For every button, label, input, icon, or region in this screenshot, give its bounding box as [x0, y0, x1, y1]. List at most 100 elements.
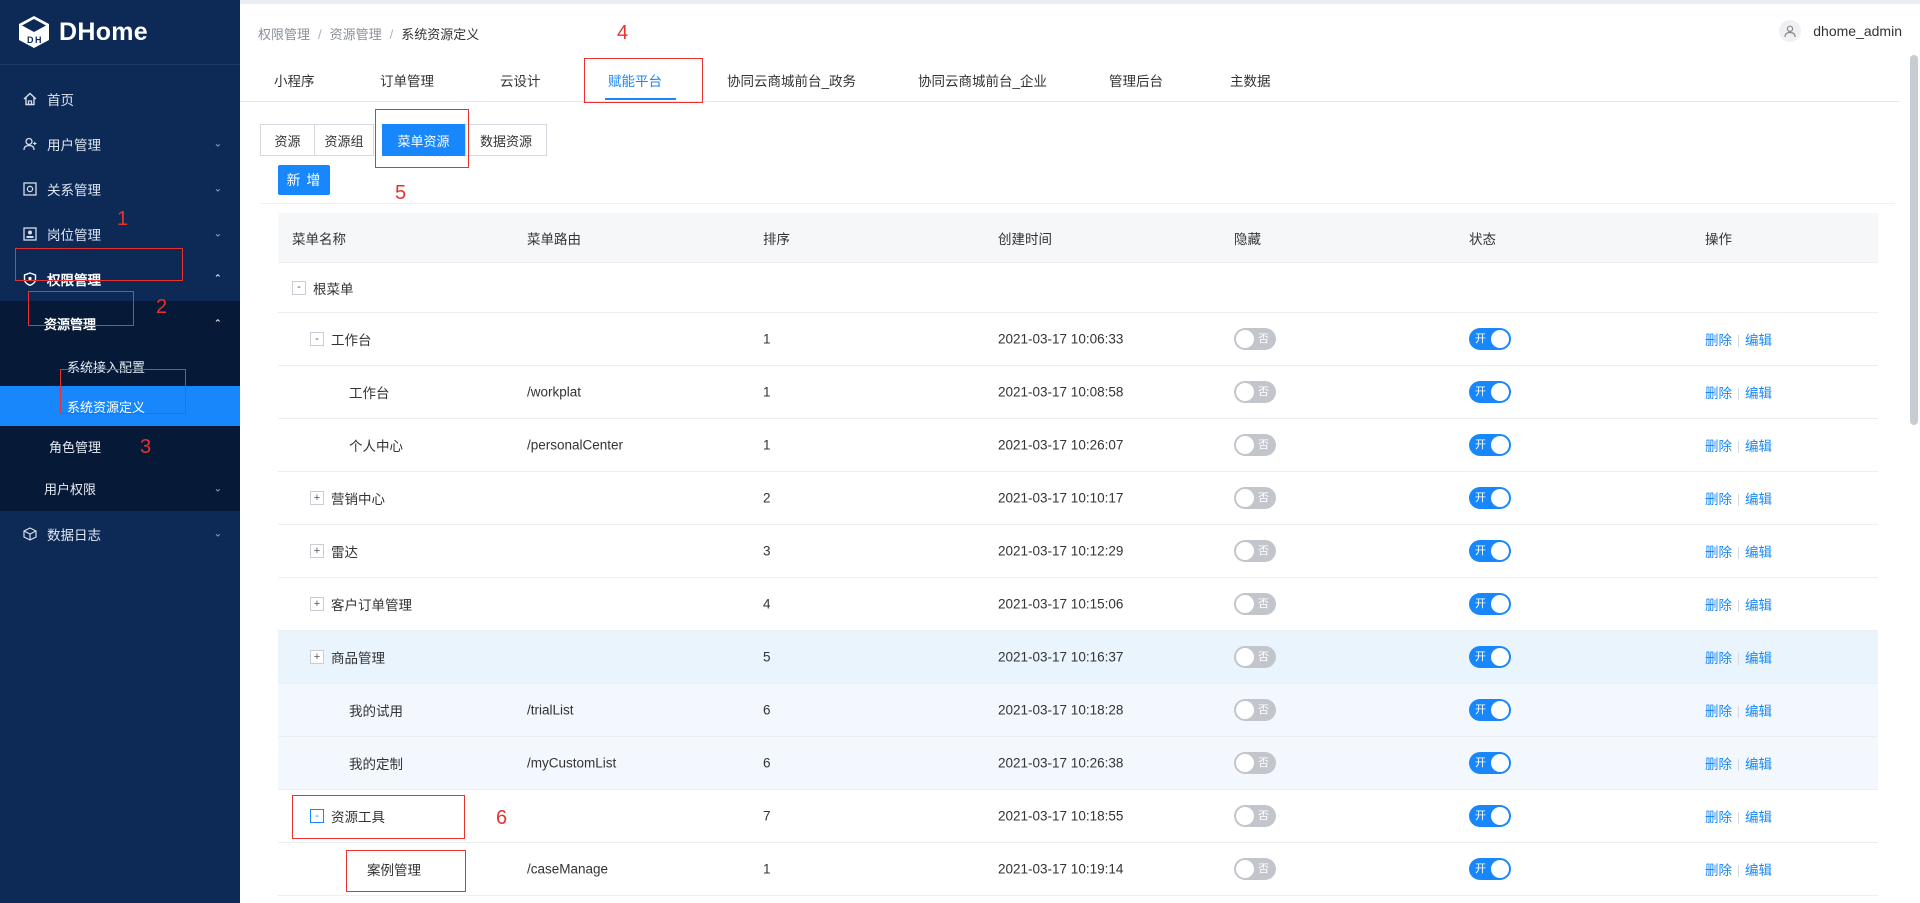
switch-knob — [1491, 436, 1509, 454]
hidden-switch[interactable]: 否 — [1234, 381, 1276, 403]
table-row: 个人中心/personalCenter 1 2021-03-17 10:26:07 否… — [278, 419, 1878, 472]
scrollbar[interactable] — [1910, 55, 1918, 425]
user-menu[interactable]: dhome_admin — [1779, 20, 1902, 42]
delete-link[interactable]: 删除 — [1705, 863, 1732, 878]
tab-admin-backend[interactable]: 管理后台 — [1109, 62, 1163, 102]
delete-link[interactable]: 删除 — [1705, 386, 1732, 401]
delete-link[interactable]: 删除 — [1705, 598, 1732, 613]
hidden-switch[interactable]: 否 — [1234, 699, 1276, 721]
expand-toggle[interactable]: + — [310, 597, 324, 611]
status-switch[interactable]: 开 — [1469, 381, 1511, 403]
breadcrumb-item[interactable]: 资源管理 — [330, 27, 382, 42]
hidden-switch[interactable]: 否 — [1234, 805, 1276, 827]
menu-name: 工作台 — [331, 333, 372, 348]
sidebar-item-permission-management[interactable]: 权限管理 ⌃ — [0, 256, 240, 301]
tab-mall-frontend-enterprise[interactable]: 协同云商城前台_企业 — [918, 62, 1047, 102]
breadcrumb-item[interactable]: 权限管理 — [258, 27, 310, 42]
switch-knob — [1236, 860, 1254, 878]
status-switch[interactable]: 开 — [1469, 858, 1511, 880]
sidebar-item-role-management[interactable]: 角色管理 — [0, 426, 240, 466]
tab-master-data[interactable]: 主数据 — [1230, 62, 1271, 102]
delete-link[interactable]: 删除 — [1705, 757, 1732, 772]
status-switch[interactable]: 开 — [1469, 434, 1511, 456]
collapse-toggle[interactable]: - — [292, 280, 306, 295]
status-switch[interactable]: 开 — [1469, 593, 1511, 615]
sidebar-item-resource-management[interactable]: 资源管理 ⌃ — [0, 301, 240, 346]
edit-link[interactable]: 编辑 — [1745, 492, 1772, 507]
delete-link[interactable]: 删除 — [1705, 810, 1732, 825]
delete-link[interactable]: 删除 — [1705, 704, 1732, 719]
hidden-switch[interactable]: 否 — [1234, 540, 1276, 562]
hidden-switch[interactable]: 否 — [1234, 593, 1276, 615]
expand-toggle[interactable]: - — [310, 332, 324, 346]
tab-miniprogram[interactable]: 小程序 — [274, 62, 315, 102]
hidden-switch[interactable]: 否 — [1234, 752, 1276, 774]
delete-link[interactable]: 删除 — [1705, 439, 1732, 454]
switch-knob — [1491, 489, 1509, 507]
delete-link[interactable]: 删除 — [1705, 545, 1732, 560]
add-button[interactable]: 新 增 — [278, 165, 330, 195]
created-time: 2021-03-17 10:15:06 — [998, 596, 1124, 612]
hidden-switch[interactable]: 否 — [1234, 858, 1276, 880]
edit-link[interactable]: 编辑 — [1745, 810, 1772, 825]
tab-order-management[interactable]: 订单管理 — [380, 62, 434, 102]
edit-link[interactable]: 编辑 — [1745, 598, 1772, 613]
created-time: 2021-03-17 10:16:37 — [998, 649, 1124, 665]
delete-link[interactable]: 删除 — [1705, 492, 1732, 507]
expand-toggle[interactable]: + — [310, 544, 324, 558]
edit-link[interactable]: 编辑 — [1745, 757, 1772, 772]
status-switch[interactable]: 开 — [1469, 646, 1511, 668]
header: 权限管理 / 资源管理 / 系统资源定义 dhome_admin — [240, 4, 1920, 60]
status-switch[interactable]: 开 — [1469, 699, 1511, 721]
logo[interactable]: D H DHome — [0, 0, 240, 65]
switch-knob — [1236, 436, 1254, 454]
hidden-switch[interactable]: 否 — [1234, 487, 1276, 509]
column-header-status: 状态 — [1469, 231, 1496, 247]
edit-link[interactable]: 编辑 — [1745, 439, 1772, 454]
switch-text: 否 — [1258, 439, 1269, 451]
menu-table: 菜单名称 菜单路由 排序 创建时间 隐藏 状态 操作 - 根菜单 - 工作台 1 202… — [278, 213, 1878, 896]
hidden-switch[interactable]: 否 — [1234, 646, 1276, 668]
status-switch[interactable]: 开 — [1469, 328, 1511, 350]
delete-link[interactable]: 删除 — [1705, 333, 1732, 348]
sidebar-item-user-permission[interactable]: 用户权限 ⌄ — [0, 466, 240, 511]
sidebar-item-relation-management[interactable]: 关系管理 ⌄ — [0, 166, 240, 211]
sort-order: 7 — [763, 808, 771, 824]
op-divider — [1738, 494, 1739, 507]
status-switch[interactable]: 开 — [1469, 487, 1511, 509]
status-switch[interactable]: 开 — [1469, 540, 1511, 562]
expand-toggle[interactable]: + — [310, 491, 324, 505]
created-time: 2021-03-17 10:10:17 — [998, 490, 1124, 506]
sidebar-item-system-access-config[interactable]: 系统接入配置 — [0, 346, 240, 386]
edit-link[interactable]: 编辑 — [1745, 545, 1772, 560]
segment-resource[interactable]: 资源 — [260, 124, 315, 156]
sidebar-item-data-log[interactable]: 数据日志 ⌄ — [0, 511, 240, 556]
expand-toggle[interactable]: - — [310, 809, 324, 823]
hidden-switch[interactable]: 否 — [1234, 434, 1276, 456]
expand-toggle[interactable]: + — [310, 650, 324, 664]
tab-empower-platform[interactable]: 赋能平台 — [605, 62, 676, 102]
edit-link[interactable]: 编辑 — [1745, 863, 1772, 878]
created-time: 2021-03-17 10:26:07 — [998, 437, 1124, 453]
edit-link[interactable]: 编辑 — [1745, 333, 1772, 348]
segment-resource-group[interactable]: 资源组 — [314, 124, 374, 156]
table-row: + 客户订单管理 4 2021-03-17 10:15:06 否 开 删除 编辑 — [278, 578, 1878, 631]
delete-link[interactable]: 删除 — [1705, 651, 1732, 666]
segment-data-resource[interactable]: 数据资源 — [465, 124, 547, 156]
table-header: 菜单名称 菜单路由 排序 创建时间 隐藏 状态 操作 — [278, 213, 1878, 263]
tab-mall-frontend-gov[interactable]: 协同云商城前台_政务 — [727, 62, 856, 102]
edit-link[interactable]: 编辑 — [1745, 704, 1772, 719]
hidden-switch[interactable]: 否 — [1234, 328, 1276, 350]
sidebar-item-user-management[interactable]: 用户管理 ⌄ — [0, 121, 240, 166]
switch-text: 开 — [1475, 863, 1486, 875]
segment-menu-resource[interactable]: 菜单资源 — [382, 124, 465, 156]
edit-link[interactable]: 编辑 — [1745, 386, 1772, 401]
sidebar-item-system-resource-definition[interactable]: 系统资源定义 — [0, 386, 240, 426]
switch-text: 开 — [1475, 651, 1486, 663]
status-switch[interactable]: 开 — [1469, 805, 1511, 827]
edit-link[interactable]: 编辑 — [1745, 651, 1772, 666]
sidebar-item-home[interactable]: 首页 — [0, 76, 240, 121]
tab-cloud-design[interactable]: 云设计 — [500, 62, 541, 102]
switch-knob — [1236, 807, 1254, 825]
status-switch[interactable]: 开 — [1469, 752, 1511, 774]
